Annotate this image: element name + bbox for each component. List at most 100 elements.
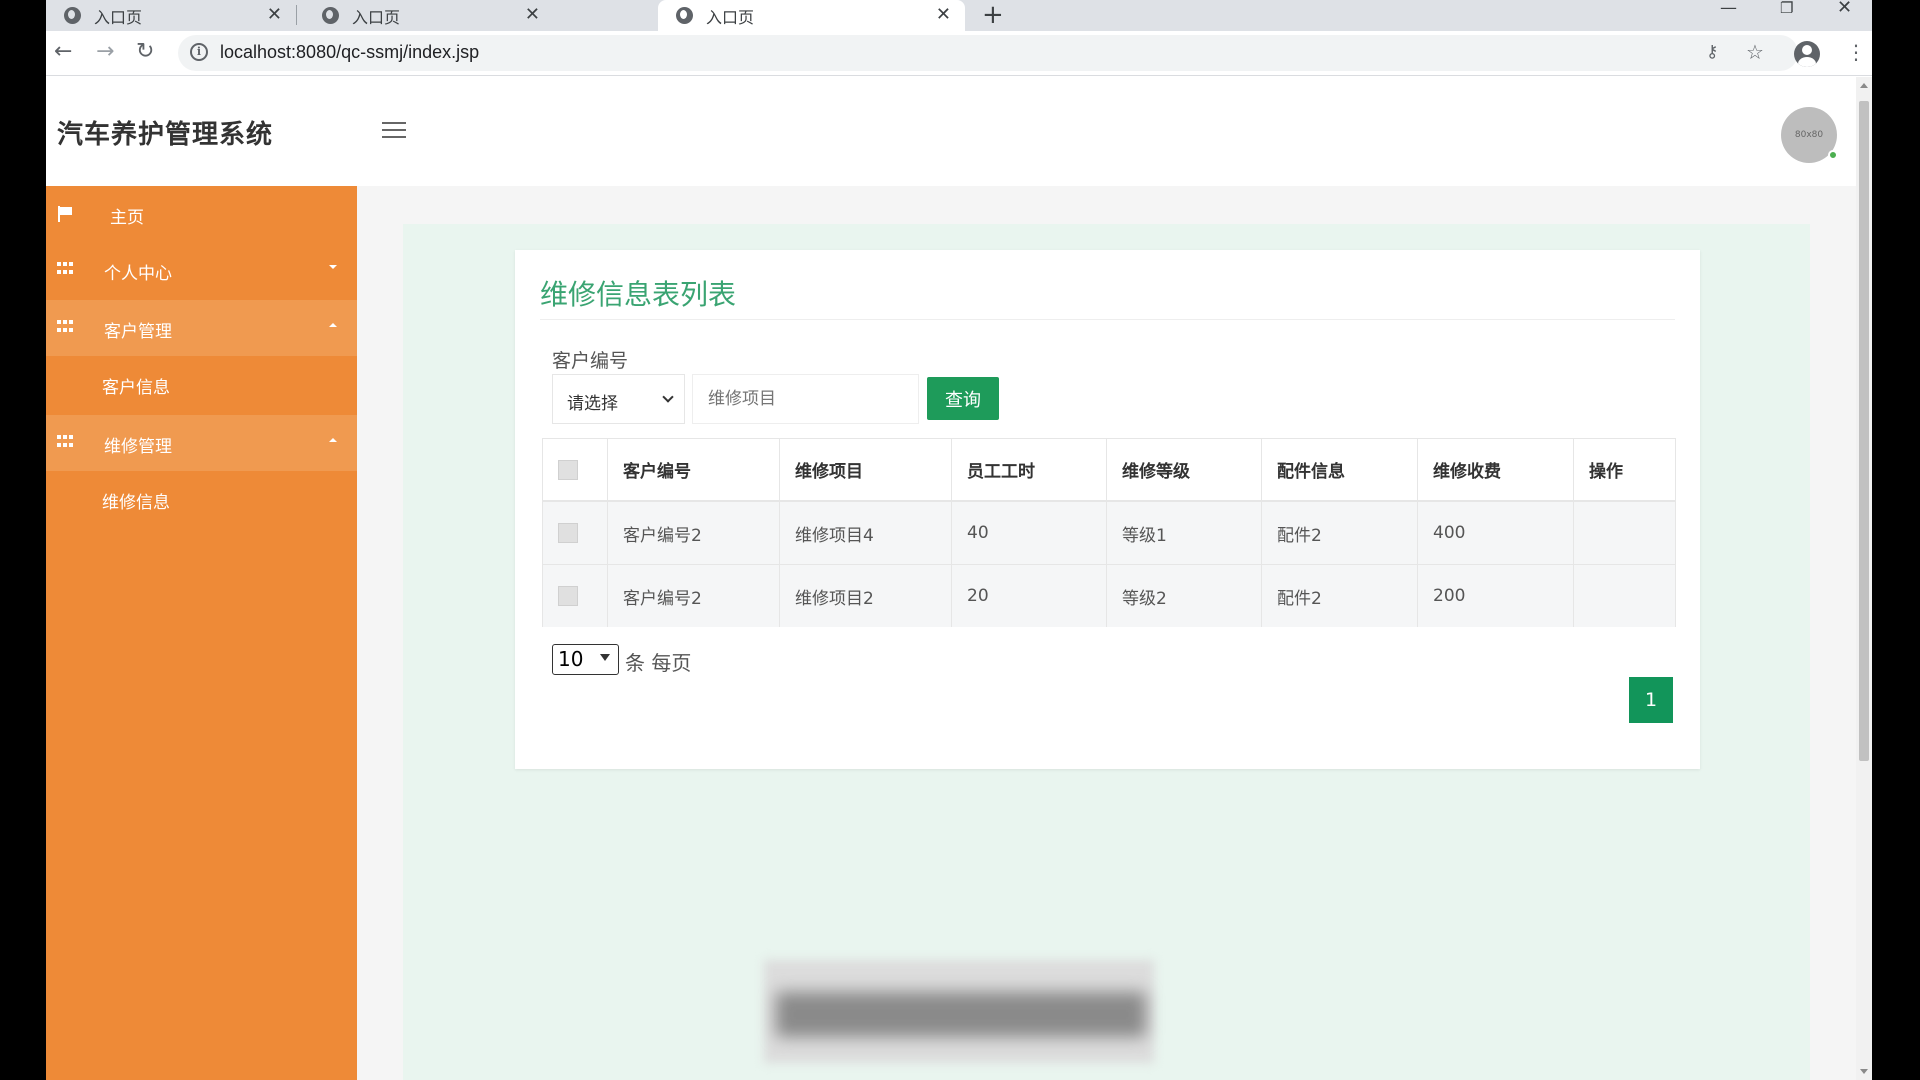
tab-title: 入口页 — [352, 7, 401, 27]
table-cell: 配件2 — [1262, 565, 1418, 627]
repair-item-input[interactable] — [692, 374, 919, 424]
data-table: 客户编号 维修项目 员工工时 维修等级 配件信息 维修收费 操作 客户编号2 维… — [542, 438, 1676, 627]
browser-tab[interactable]: 入口页 ✕ — [46, 0, 296, 31]
chevron-up-icon — [329, 438, 337, 442]
select-value: 请选择 — [567, 394, 618, 414]
table-cell: 客户编号2 — [608, 502, 780, 564]
scrollbar-thumb[interactable] — [1859, 101, 1869, 761]
restore-icon[interactable]: ❐ — [1780, 0, 1793, 16]
column-header[interactable]: 员工工时 — [952, 439, 1107, 500]
hamburger-menu-icon[interactable] — [382, 122, 406, 140]
table-cell: 40 — [952, 502, 1107, 564]
close-icon[interactable]: ✕ — [936, 4, 951, 25]
chevron-up-icon — [329, 323, 337, 327]
sidebar-subitem-customer-info[interactable]: 客户信息 — [102, 373, 170, 398]
table-row[interactable]: 客户编号2 维修项目4 40 等级1 配件2 400 — [543, 502, 1675, 565]
sidebar-item-personal-center[interactable]: 个人中心 — [46, 242, 357, 298]
customer-select[interactable]: 请选择 — [552, 374, 685, 424]
star-icon[interactable]: ☆ — [1746, 41, 1764, 63]
table-cell: 维修项目2 — [780, 565, 952, 627]
profile-icon[interactable] — [1794, 41, 1820, 67]
blurred-watermark-text — [776, 992, 1146, 1037]
browser-window: 入口页 ✕ 入口页 ✕ 入口页 ✕ + — ❐ ✕ ← → ↻ i localh… — [46, 0, 1872, 1080]
tab-title: 入口页 — [94, 7, 143, 27]
browser-tab[interactable]: 入口页 ✕ — [304, 0, 554, 31]
forward-icon[interactable]: → — [96, 39, 114, 65]
app-title: 汽车养护管理系统 — [57, 120, 274, 150]
tab-title: 入口页 — [706, 7, 755, 27]
window-close-icon[interactable]: ✕ — [1837, 0, 1852, 17]
back-icon[interactable]: ← — [54, 39, 72, 65]
close-icon[interactable]: ✕ — [267, 4, 282, 25]
sidebar-item-label: 个人中心 — [104, 264, 172, 284]
chevron-down-icon — [329, 265, 337, 269]
key-icon[interactable]: ⚷ — [1706, 41, 1718, 63]
reload-icon[interactable]: ↻ — [136, 39, 154, 65]
column-header[interactable]: 维修收费 — [1418, 439, 1574, 500]
tab-strip: 入口页 ✕ 入口页 ✕ 入口页 ✕ + — ❐ ✕ — [46, 0, 1872, 31]
globe-icon — [64, 7, 81, 24]
sidebar-item-label: 客户管理 — [104, 322, 172, 342]
table-header-row: 客户编号 维修项目 员工工时 维修等级 配件信息 维修收费 操作 — [543, 439, 1675, 502]
sidebar-item-label: 维修管理 — [104, 437, 172, 457]
more-menu-icon[interactable]: ⋮ — [1846, 41, 1866, 63]
minimize-icon[interactable]: — — [1720, 0, 1737, 17]
scroll-up-arrow-icon[interactable] — [1860, 83, 1868, 88]
tab-separator — [296, 5, 297, 25]
action-cell — [1574, 502, 1675, 564]
sidebar-subitem-repair-info[interactable]: 维修信息 — [102, 488, 170, 513]
row-checkbox[interactable] — [558, 586, 578, 606]
divider — [540, 319, 1675, 320]
info-icon[interactable]: i — [190, 43, 208, 61]
chevron-down-icon — [662, 391, 674, 403]
column-header[interactable]: 客户编号 — [608, 439, 780, 500]
flag-icon — [57, 206, 73, 222]
close-icon[interactable]: ✕ — [525, 4, 540, 25]
row-checkbox-cell — [543, 565, 608, 627]
table-cell: 配件2 — [1262, 502, 1418, 564]
page-size-value: 10 — [558, 647, 584, 671]
grid-icon — [57, 262, 73, 276]
search-button[interactable]: 查询 — [927, 377, 999, 420]
online-status-dot — [1828, 150, 1838, 160]
page-size-label: 条 每页 — [625, 651, 692, 675]
new-tab-icon[interactable]: + — [982, 0, 1004, 30]
page-title: 维修信息表列表 — [540, 278, 737, 311]
scroll-down-arrow-icon[interactable] — [1860, 1069, 1868, 1074]
table-cell: 客户编号2 — [608, 565, 780, 627]
sidebar-item-customer-management[interactable]: 客户管理 — [46, 300, 357, 356]
table-cell: 200 — [1418, 565, 1574, 627]
chevron-down-icon — [600, 654, 610, 661]
sidebar: 主页 个人中心 客户管理 客户信息 维修管理 维修信息 — [46, 186, 357, 1080]
sidebar-item-label: 主页 — [110, 208, 144, 228]
table-cell: 维修项目4 — [780, 502, 952, 564]
pagination-page-button[interactable]: 1 — [1629, 677, 1673, 723]
table-row[interactable]: 客户编号2 维修项目2 20 等级2 配件2 200 — [543, 565, 1675, 627]
globe-icon — [322, 7, 339, 24]
url-text[interactable]: localhost:8080/qc-ssmj/index.jsp — [220, 42, 479, 63]
globe-icon — [676, 7, 693, 24]
page-scrollbar[interactable] — [1856, 77, 1872, 1080]
table-cell: 400 — [1418, 502, 1574, 564]
select-all-checkbox[interactable] — [558, 459, 578, 480]
column-header[interactable]: 配件信息 — [1262, 439, 1418, 500]
header-checkbox-cell — [543, 439, 608, 500]
table-cell: 等级1 — [1107, 502, 1262, 564]
app-header: 汽车养护管理系统 80x80 — [46, 77, 1856, 186]
table-cell: 等级2 — [1107, 565, 1262, 627]
column-header[interactable]: 维修项目 — [780, 439, 952, 500]
grid-icon — [57, 435, 73, 449]
action-cell — [1574, 565, 1675, 627]
column-header: 操作 — [1589, 462, 1623, 482]
table-cell: 20 — [952, 565, 1107, 627]
sidebar-item-home[interactable]: 主页 — [46, 186, 357, 242]
browser-tab-active[interactable]: 入口页 ✕ — [658, 0, 965, 31]
row-checkbox[interactable] — [558, 523, 578, 543]
page-viewport: 汽车养护管理系统 80x80 主页 个人中心 客户管理 客户信息 维修管理 维修… — [46, 77, 1856, 1080]
column-header[interactable]: 维修等级 — [1107, 439, 1262, 500]
browser-toolbar: ← → ↻ i localhost:8080/qc-ssmj/index.jsp… — [46, 31, 1872, 76]
sidebar-item-repair-management[interactable]: 维修管理 — [46, 415, 357, 471]
row-checkbox-cell — [543, 502, 608, 564]
filter-label: 客户编号 — [552, 350, 629, 372]
page-size-select[interactable]: 10 — [552, 644, 619, 675]
